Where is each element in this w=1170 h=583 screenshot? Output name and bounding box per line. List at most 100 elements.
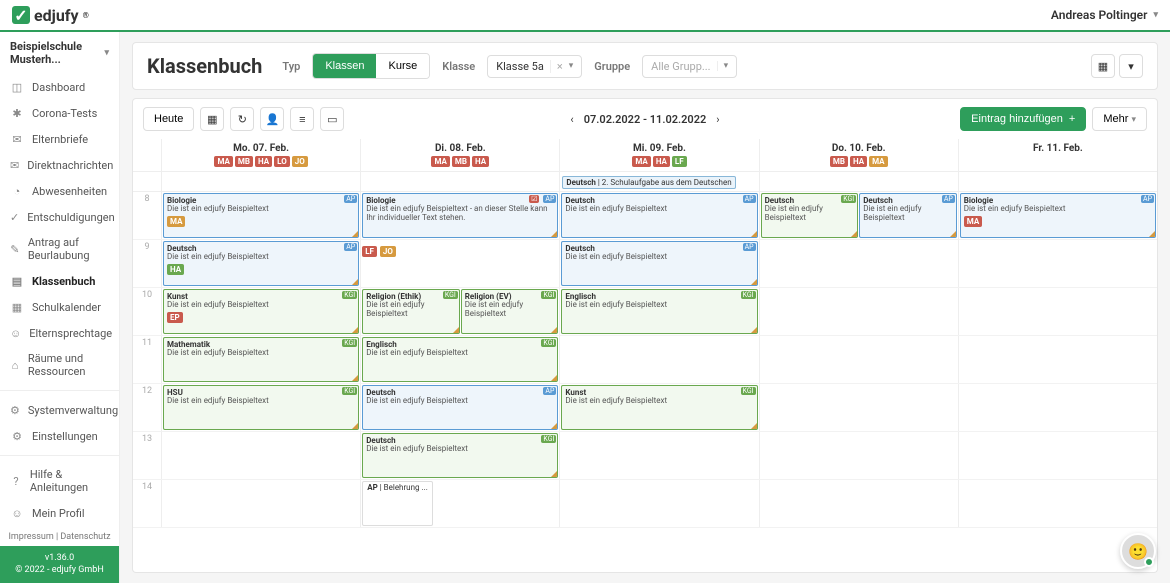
absence-tag[interactable]: MB [830, 156, 848, 167]
absence-tag[interactable]: LF [672, 156, 687, 167]
calendar-picker-button[interactable]: ▦ [1091, 54, 1115, 78]
calendar-cell[interactable] [958, 288, 1157, 335]
calendar-cell[interactable]: KGI Deutsch Die ist ein edjufy Beispielt… [360, 432, 559, 479]
support-chat-avatar[interactable]: 🙂 [1120, 533, 1156, 569]
calendar-cell[interactable] [759, 288, 958, 335]
type-classes-button[interactable]: Klassen [313, 54, 376, 78]
calendar-cell[interactable] [759, 336, 958, 383]
calendar-cell[interactable] [958, 336, 1157, 383]
sidebar-item[interactable]: ⌂Räume und Ressourcen [0, 346, 119, 384]
school-selector[interactable]: Beispielschule Musterh... ▾ [0, 32, 119, 74]
calendar-cell[interactable] [759, 480, 958, 527]
calendar-cell[interactable]: AP Deutsch Die ist ein edjufy Beispielte… [360, 384, 559, 431]
calendar-event[interactable]: KGI Englisch Die ist ein edjufy Beispiel… [561, 289, 757, 334]
calendar-cell[interactable]: LF JO [360, 240, 559, 287]
calendar-event[interactable]: KGI Deutsch Die ist ein edjufy Beispielt… [362, 433, 558, 478]
calendar-cell[interactable]: KGI Englisch Die ist ein edjufy Beispiel… [360, 336, 559, 383]
calendar-cell[interactable] [759, 384, 958, 431]
calendar-cell[interactable] [958, 480, 1157, 527]
sidebar-item[interactable]: ✓Entschuldigungen [0, 204, 119, 230]
sidebar-item[interactable]: ✉Direktnachrichten [0, 152, 119, 178]
event-tag[interactable]: HA [167, 264, 184, 275]
group-select[interactable]: Alle Grupp... ▾ [642, 55, 737, 78]
calendar-event[interactable]: AP Deutsch Die ist ein edjufy Beispielte… [859, 193, 957, 238]
today-button[interactable]: Heute [143, 107, 194, 131]
calendar-cell[interactable]: ☑ AP Biologie Die ist ein edjufy Beispie… [360, 192, 559, 239]
calendar-event[interactable]: KGI Religion (Ethik) Die ist ein edjufy … [362, 289, 460, 334]
list-button[interactable]: ≡ [290, 107, 314, 131]
calendar-cell[interactable] [161, 480, 360, 527]
absence-tag[interactable]: LO [274, 156, 290, 167]
calendar-cell[interactable]: AP Biologie Die ist ein edjufy Beispielt… [958, 192, 1157, 239]
absence-tag[interactable]: MB [235, 156, 253, 167]
sidebar-item[interactable]: ✱Corona-Tests [0, 100, 119, 126]
absence-tag[interactable]: HA [850, 156, 867, 167]
calendar-cell[interactable]: KGI Kunst Die ist ein edjufy Beispieltex… [559, 384, 758, 431]
calendar-cell[interactable]: KGI HSU Die ist ein edjufy Beispieltext [161, 384, 360, 431]
person-button[interactable]: 👤 [260, 107, 284, 131]
logo[interactable]: ✓ edjufy® [12, 6, 89, 25]
sidebar-item[interactable]: ✎Antrag auf Beurlaubung [0, 230, 119, 268]
footer-links[interactable]: Impressum | Datenschutz [0, 528, 119, 546]
calendar-cell[interactable]: KGI Englisch Die ist ein edjufy Beispiel… [559, 288, 758, 335]
calendar-event[interactable]: KGI HSU Die ist ein edjufy Beispieltext [163, 385, 359, 430]
calendar-cell[interactable] [759, 432, 958, 479]
calendar-cell[interactable] [161, 432, 360, 479]
calendar-event[interactable]: KGI Kunst Die ist ein edjufy Beispieltex… [163, 289, 359, 334]
sidebar-item[interactable]: ▦Schulkalender [0, 294, 119, 320]
calendar-cell[interactable]: KGI Mathematik Die ist ein edjufy Beispi… [161, 336, 360, 383]
calendar-cell[interactable]: AP Deutsch Die ist ein edjufy Beispielte… [559, 240, 758, 287]
calendar-cell[interactable]: KGI Religion (Ethik) Die ist ein edjufy … [360, 288, 559, 335]
sidebar-item[interactable]: ☺Mein Profil [0, 500, 119, 526]
calendar-cell[interactable]: AP Biologie Die ist ein edjufy Beispielt… [161, 192, 360, 239]
add-entry-button[interactable]: Eintrag hinzufügen + [960, 107, 1086, 131]
absence-tag[interactable]: HA [653, 156, 670, 167]
day-note[interactable]: Deutsch | 2. Schulaufgabe aus dem Deutsc… [562, 176, 735, 189]
sidebar-item[interactable]: ?Hilfe & Anleitungen [0, 462, 119, 500]
sidebar-item[interactable]: ◫Dashboard [0, 74, 119, 100]
absence-tag[interactable]: MB [452, 156, 470, 167]
calendar-event[interactable]: AP Biologie Die ist ein edjufy Beispielt… [163, 193, 359, 238]
sidebar-item[interactable]: ☺Elternsprechtage [0, 320, 119, 346]
absence-tag[interactable]: HA [472, 156, 489, 167]
refresh-button[interactable]: ↻ [230, 107, 254, 131]
prev-week-button[interactable]: ‹ [570, 113, 573, 126]
calendar-event[interactable]: KGI Englisch Die ist ein edjufy Beispiel… [362, 337, 558, 382]
calendar-event[interactable]: AP Biologie Die ist ein edjufy Beispielt… [960, 193, 1156, 238]
calendar-cell[interactable] [559, 432, 758, 479]
calendar-event[interactable]: KGI Deutsch Die ist ein edjufy Beispielt… [761, 193, 859, 238]
calendar-event[interactable]: KGI Kunst Die ist ein edjufy Beispieltex… [561, 385, 757, 430]
calendar-event[interactable]: AP Deutsch Die ist ein edjufy Beispielte… [362, 385, 558, 430]
sidebar-item[interactable]: ◔Abwesenheiten [0, 178, 119, 204]
calendar-cell[interactable]: AP | Belehrung ... [360, 480, 559, 527]
absence-tag[interactable]: MA [869, 156, 887, 167]
class-select[interactable]: Klasse 5a × ▾ [487, 55, 582, 78]
calendar-cell[interactable] [559, 336, 758, 383]
calendar-event[interactable]: AP Deutsch Die ist ein edjufy Beispielte… [163, 241, 359, 286]
calendar-cell[interactable]: KGI Deutsch Die ist ein edjufy Beispielt… [759, 192, 958, 239]
calendar-cell[interactable]: KGI Kunst Die ist ein edjufy Beispieltex… [161, 288, 360, 335]
more-button[interactable]: Mehr ▾ [1092, 107, 1147, 131]
calendar-event[interactable]: AP Deutsch Die ist ein edjufy Beispielte… [561, 193, 757, 238]
calendar-cell[interactable]: AP Deutsch Die ist ein edjufy Beispielte… [559, 192, 758, 239]
calendar-event[interactable]: AP Deutsch Die ist ein edjufy Beispielte… [561, 241, 757, 286]
next-week-button[interactable]: › [716, 113, 719, 126]
type-courses-button[interactable]: Kurse [376, 54, 429, 78]
calendar-cell[interactable]: AP Deutsch Die ist ein edjufy Beispielte… [161, 240, 360, 287]
calendar-event[interactable]: ☑ AP Biologie Die ist ein edjufy Beispie… [362, 193, 558, 238]
calendar-event[interactable]: KGI Religion (EV) Die ist ein edjufy Bei… [461, 289, 559, 334]
absence-tag[interactable]: MA [632, 156, 650, 167]
calendar-icon-button[interactable]: ▦ [200, 107, 224, 131]
user-menu[interactable]: Andreas Poltinger ▾ [1051, 8, 1158, 22]
calendar-cell[interactable] [958, 384, 1157, 431]
absence-tag[interactable]: HA [255, 156, 272, 167]
calendar-cell[interactable] [958, 240, 1157, 287]
clear-class-icon[interactable]: × [550, 60, 563, 73]
calendar-cell[interactable] [559, 480, 758, 527]
calendar-cell[interactable] [759, 240, 958, 287]
lesson-pill[interactable]: AP | Belehrung ... [362, 481, 433, 526]
absence-tag[interactable]: MA [431, 156, 449, 167]
absence-tag[interactable]: JO [292, 156, 308, 167]
event-tag[interactable]: EP [167, 312, 183, 323]
event-tag[interactable]: MA [964, 216, 982, 227]
